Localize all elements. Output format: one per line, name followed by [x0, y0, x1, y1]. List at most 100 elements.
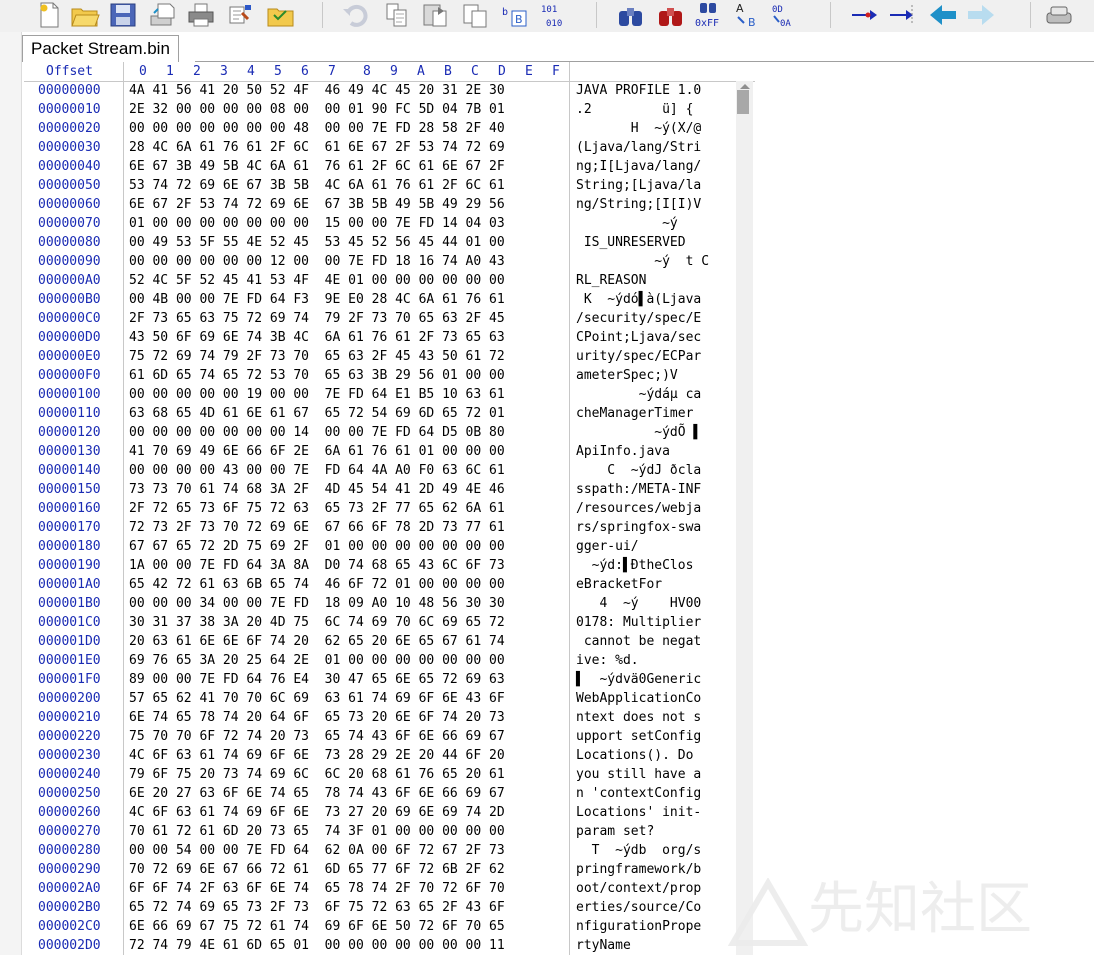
- row-hex-bytes[interactable]: 00 00 00 34 00 00 7E FD 18 09 A0 10 48 5…: [129, 594, 505, 613]
- hex-row[interactable]: 000000F0 61 6D 65 74 65 72 53 70 65 63 3B…: [24, 366, 755, 385]
- row-hex-bytes[interactable]: 00 49 53 5F 55 4E 52 45 53 45 52 56 45 4…: [129, 233, 505, 252]
- row-hex-bytes[interactable]: 4C 6F 63 61 74 69 6F 6E 73 28 29 2E 20 4…: [129, 746, 505, 765]
- row-hex-bytes[interactable]: 72 73 2F 73 70 72 69 6E 67 66 6F 78 2D 7…: [129, 518, 505, 537]
- find-icon[interactable]: [616, 1, 646, 29]
- row-hex-bytes[interactable]: 41 70 69 49 6E 66 6F 2E 6A 61 76 61 01 0…: [129, 442, 505, 461]
- hex-row[interactable]: 00000080 00 49 53 5F 55 4E 52 45 53 45 52…: [24, 233, 755, 252]
- hex-row[interactable]: 00000290 70 72 69 6E 67 66 72 61 6D 65 77…: [24, 860, 755, 879]
- row-ascii[interactable]: IS_UNRESERVED: [576, 233, 686, 252]
- row-hex-bytes[interactable]: 2F 73 65 63 75 72 69 74 79 2F 73 70 65 6…: [129, 309, 505, 328]
- row-hex-bytes[interactable]: 70 61 72 61 6D 20 73 65 74 3F 01 00 00 0…: [129, 822, 505, 841]
- hex-row[interactable]: 000001C0 30 31 37 38 3A 20 4D 75 6C 74 69…: [24, 613, 755, 632]
- row-ascii[interactable]: ameterSpec;)V: [576, 366, 678, 385]
- row-ascii[interactable]: ApiInfo.java: [576, 442, 670, 461]
- disk-icon[interactable]: [1044, 1, 1074, 29]
- row-ascii[interactable]: you still have a: [576, 765, 701, 784]
- save-copy-icon[interactable]: [148, 1, 178, 29]
- scroll-up-arrow-icon[interactable]: [740, 84, 750, 89]
- hex-row[interactable]: 000000D0 43 50 6F 69 6E 74 3B 4C 6A 61 76…: [24, 328, 755, 347]
- hex-row[interactable]: 00000040 6E 67 3B 49 5B 4C 6A 61 76 61 2F…: [24, 157, 755, 176]
- forward-icon[interactable]: [966, 1, 996, 29]
- row-hex-bytes[interactable]: 79 6F 75 20 73 74 69 6C 6C 20 68 61 76 6…: [129, 765, 505, 784]
- row-ascii[interactable]: RL_REASON: [576, 271, 646, 290]
- hex-row[interactable]: 000000A0 52 4C 5F 52 45 41 53 4F 4E 01 00…: [24, 271, 755, 290]
- row-ascii[interactable]: ~ýdÕ ▌: [576, 423, 701, 442]
- row-hex-bytes[interactable]: 61 6D 65 74 65 72 53 70 65 63 3B 29 56 0…: [129, 366, 505, 385]
- vertical-scrollbar[interactable]: [736, 81, 753, 955]
- row-ascii[interactable]: ntext does not s: [576, 708, 701, 727]
- row-hex-bytes[interactable]: 6E 67 2F 53 74 72 69 6E 67 3B 5B 49 5B 4…: [129, 195, 505, 214]
- paste-icon[interactable]: [420, 1, 450, 29]
- hex-row[interactable]: 00000270 70 61 72 61 6D 20 73 65 74 3F 01…: [24, 822, 755, 841]
- hex-row[interactable]: 00000260 4C 6F 63 61 74 69 6F 6E 73 27 20…: [24, 803, 755, 822]
- row-hex-bytes[interactable]: 65 72 74 69 65 73 2F 73 6F 75 72 63 65 2…: [129, 898, 505, 917]
- row-ascii[interactable]: gger-ui/: [576, 537, 639, 556]
- row-hex-bytes[interactable]: 1A 00 00 7E FD 64 3A 8A D0 74 68 65 43 6…: [129, 556, 505, 575]
- row-ascii[interactable]: upport setConfig: [576, 727, 701, 746]
- row-hex-bytes[interactable]: 53 74 72 69 6E 67 3B 5B 4C 6A 61 76 61 2…: [129, 176, 505, 195]
- row-ascii[interactable]: ~ýdáµ ca: [576, 385, 702, 404]
- goto-icon[interactable]: [850, 1, 880, 29]
- open-folder-icon[interactable]: [70, 1, 100, 29]
- hex-row[interactable]: 00000090 00 00 00 00 00 00 12 00 00 7E FD…: [24, 252, 755, 271]
- hex-row[interactable]: 000001E0 69 76 65 3A 20 25 64 2E 01 00 00…: [24, 651, 755, 670]
- row-hex-bytes[interactable]: 52 4C 5F 52 45 41 53 4F 4E 01 00 00 00 0…: [129, 271, 505, 290]
- row-hex-bytes[interactable]: 70 72 69 6E 67 66 72 61 6D 65 77 6F 72 6…: [129, 860, 505, 879]
- hex-row[interactable]: 000002B0 65 72 74 69 65 73 2F 73 6F 75 72…: [24, 898, 755, 917]
- row-ascii[interactable]: Locations(). Do: [576, 746, 701, 765]
- row-hex-bytes[interactable]: 69 76 65 3A 20 25 64 2E 01 00 00 00 00 0…: [129, 651, 505, 670]
- row-ascii[interactable]: C ~ýdJ ðcla: [576, 461, 701, 480]
- row-ascii[interactable]: rs/springfox-swa: [576, 518, 701, 537]
- row-hex-bytes[interactable]: 89 00 00 7E FD 64 76 E4 30 47 65 6E 65 7…: [129, 670, 505, 689]
- row-ascii[interactable]: Locations' init-: [576, 803, 701, 822]
- row-ascii[interactable]: ~ý: [576, 214, 678, 233]
- hex-row[interactable]: 00000100 00 00 00 00 00 19 00 00 7E FD 64…: [24, 385, 755, 404]
- row-ascii[interactable]: oot/context/prop: [576, 879, 701, 898]
- hex-row[interactable]: 00000220 75 70 70 6F 72 74 20 73 65 74 43…: [24, 727, 755, 746]
- undo-icon[interactable]: [340, 1, 370, 29]
- hex-row[interactable]: 00000190 1A 00 00 7E FD 64 3A 8A D0 74 68…: [24, 556, 755, 575]
- convert-icon[interactable]: 101 010: [540, 1, 570, 29]
- row-hex-bytes[interactable]: 4A 41 56 41 20 50 52 4F 46 49 4C 45 20 3…: [129, 81, 505, 100]
- row-hex-bytes[interactable]: 00 00 00 00 00 00 00 14 00 00 7E FD 64 D…: [129, 423, 505, 442]
- row-hex-bytes[interactable]: 6E 74 65 78 74 20 64 6F 65 73 20 6E 6F 7…: [129, 708, 505, 727]
- row-hex-bytes[interactable]: 43 50 6F 69 6E 74 3B 4C 6A 61 76 61 2F 7…: [129, 328, 505, 347]
- hex-row[interactable]: 000000C0 2F 73 65 63 75 72 69 74 79 2F 73…: [24, 309, 755, 328]
- row-ascii[interactable]: sspath:/META-INF: [576, 480, 701, 499]
- row-hex-bytes[interactable]: 20 63 61 6E 6E 6F 74 20 62 65 20 6E 65 6…: [129, 632, 505, 651]
- row-ascii[interactable]: WebApplicationCo: [576, 689, 701, 708]
- row-hex-bytes[interactable]: 28 4C 6A 61 76 61 2F 6C 61 6E 67 2F 53 7…: [129, 138, 505, 157]
- row-ascii[interactable]: ng;I[Ljava/lang/: [576, 157, 701, 176]
- hex-row[interactable]: 00000020 00 00 00 00 00 00 00 48 00 00 7E…: [24, 119, 755, 138]
- copy-icon[interactable]: [382, 1, 412, 29]
- scrollbar-thumb[interactable]: [737, 90, 749, 114]
- goto-next-icon[interactable]: [888, 1, 918, 29]
- row-ascii[interactable]: K ~ýdó▌à(Ljava: [576, 290, 701, 309]
- row-ascii[interactable]: 0178: Multiplier: [576, 613, 701, 632]
- hex-row[interactable]: 000000B0 00 4B 00 00 7E FD 64 F3 9E E0 28…: [24, 290, 755, 309]
- hex-row[interactable]: 00000030 28 4C 6A 61 76 61 2F 6C 61 6E 67…: [24, 138, 755, 157]
- row-hex-bytes[interactable]: 6E 66 69 67 75 72 61 74 69 6F 6E 50 72 6…: [129, 917, 505, 936]
- row-ascii[interactable]: ~ýd:▌ÐtheClos: [576, 556, 694, 575]
- row-ascii[interactable]: ng/String;[I[I)V: [576, 195, 701, 214]
- hex-row[interactable]: 000001D0 20 63 61 6E 6E 6F 74 20 62 65 20…: [24, 632, 755, 651]
- tab-packet-stream[interactable]: Packet Stream.bin: [22, 35, 179, 62]
- hex-row[interactable]: 00000210 6E 74 65 78 74 20 64 6F 65 73 20…: [24, 708, 755, 727]
- row-ascii[interactable]: urity/spec/ECPar: [576, 347, 701, 366]
- row-ascii[interactable]: param set?: [576, 822, 654, 841]
- row-ascii[interactable]: ▌ ~ýdvä0Generic: [576, 670, 701, 689]
- row-hex-bytes[interactable]: 2E 32 00 00 00 00 08 00 00 01 90 FC 5D 0…: [129, 100, 505, 119]
- properties-icon[interactable]: [226, 1, 256, 29]
- row-ascii[interactable]: pringframework/b: [576, 860, 701, 879]
- hex-row[interactable]: 00000050 53 74 72 69 6E 67 3B 5B 4C 6A 61…: [24, 176, 755, 195]
- hex-row[interactable]: 000002C0 6E 66 69 67 75 72 61 74 69 6F 6E…: [24, 917, 755, 936]
- hex-row[interactable]: 00000010 2E 32 00 00 00 00 08 00 00 01 90…: [24, 100, 755, 119]
- hex-row[interactable]: 000000E0 75 72 69 74 79 2F 73 70 65 63 2F…: [24, 347, 755, 366]
- row-hex-bytes[interactable]: 00 00 00 00 00 00 12 00 00 7E FD 18 16 7…: [129, 252, 505, 271]
- replace-text-icon[interactable]: AB: [734, 1, 764, 29]
- hex-row[interactable]: 00000170 72 73 2F 73 70 72 69 6E 67 66 6F…: [24, 518, 755, 537]
- row-hex-bytes[interactable]: 63 68 65 4D 61 6E 61 67 65 72 54 69 6D 6…: [129, 404, 505, 423]
- hex-row[interactable]: 000001F0 89 00 00 7E FD 64 76 E4 30 47 65…: [24, 670, 755, 689]
- row-hex-bytes[interactable]: 75 70 70 6F 72 74 20 73 65 74 43 6F 6E 6…: [129, 727, 505, 746]
- row-ascii[interactable]: rtyName: [576, 936, 631, 955]
